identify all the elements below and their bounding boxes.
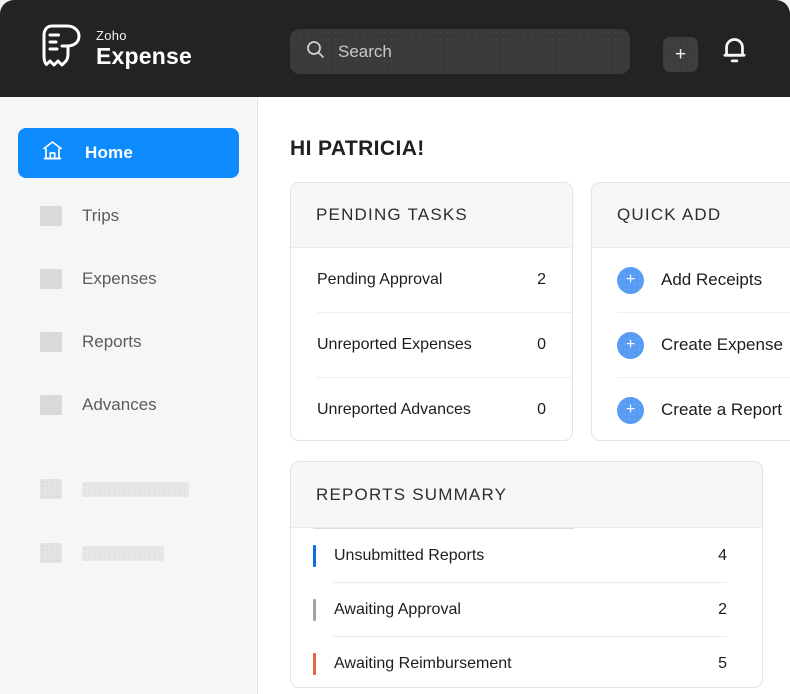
unreported-expenses-row[interactable]: Unreported Expenses 0 [317,313,572,377]
receipt-icon [38,21,84,76]
search-bar[interactable] [290,29,630,74]
dashboard-main: HI PATRICIA! PENDING TASKS Pending Appro… [258,97,790,694]
row-label: Awaiting Approval [334,601,718,619]
sidebar-item-reports[interactable]: Reports [18,317,239,367]
awaiting-reimbursement-row[interactable]: Awaiting Reimbursement 5 [313,637,727,688]
row-value: 2 [537,271,546,289]
status-color-bar [313,545,316,567]
sidebar-item-label: Reports [82,332,142,352]
top-cards-row: PENDING TASKS Pending Approval 2 Unrepor… [290,182,790,441]
skeleton-icon [40,543,62,563]
sidebar-skeleton-item[interactable] [18,464,239,514]
sidebar-item-advances[interactable]: Advances [18,380,239,430]
status-color-bar [313,599,316,621]
add-receipts-item[interactable]: + Add Receipts [617,248,790,312]
brand-large: Expense [96,45,192,68]
sidebar-item-label: Home [85,143,133,163]
plus-circle-icon: + [617,397,644,424]
row-label: Awaiting Reimbursement [334,655,718,673]
row-label: Unreported Advances [317,401,471,419]
skeleton-bar [82,482,189,497]
pending-approval-row[interactable]: Pending Approval 2 [317,248,572,312]
status-color-bar [313,653,316,675]
row-label: Unsubmitted Reports [334,547,718,565]
sidebar-item-label: Trips [82,206,119,226]
row-label: Unreported Expenses [317,336,472,354]
pending-tasks-card: PENDING TASKS Pending Approval 2 Unrepor… [290,182,573,441]
brand-text: Zoho Expense [96,29,192,68]
sidebar-item-label: Expenses [82,269,157,289]
greeting-heading: HI PATRICIA! [290,137,790,161]
sidebar-item-home[interactable]: Home [18,128,239,178]
top-bar: Zoho Expense + [0,0,790,97]
reports-placeholder-icon [40,332,62,352]
trips-placeholder-icon [40,206,62,226]
row-value: 0 [537,336,546,354]
content-area: Home Trips Expenses Reports Advances [0,97,790,694]
create-expense-item[interactable]: + Create Expense [617,313,790,377]
plus-circle-icon: + [617,267,644,294]
app-window: Zoho Expense + [0,0,790,694]
row-value: 2 [718,601,727,619]
zoho-expense-logo[interactable]: Zoho Expense [38,21,192,76]
skeleton-bar [82,546,164,561]
search-input[interactable] [338,42,615,62]
row-value: 4 [718,547,727,565]
plus-circle-icon: + [617,332,644,359]
expenses-placeholder-icon [40,269,62,289]
unreported-advances-row[interactable]: Unreported Advances 0 [317,378,572,441]
reports-summary-card: REPORTS SUMMARY Unsubmitted Reports 4 Aw… [290,461,763,688]
row-value: 5 [718,655,727,673]
pending-tasks-title: PENDING TASKS [291,183,572,248]
quick-add-label: Create Expense [661,335,783,355]
notifications-bell-icon[interactable] [718,33,751,71]
brand-small: Zoho [96,29,192,42]
reports-summary-title: REPORTS SUMMARY [291,462,762,528]
advances-placeholder-icon [40,395,62,415]
sidebar: Home Trips Expenses Reports Advances [0,97,258,694]
quick-add-card: QUICK ADD + Add Receipts + Create Expens… [591,182,790,441]
sidebar-item-label: Advances [82,395,157,415]
sidebar-item-trips[interactable]: Trips [18,191,239,241]
home-icon [40,139,65,168]
quick-add-title: QUICK ADD [592,183,790,248]
quick-add-label: Create a Report [661,400,782,420]
row-label: Pending Approval [317,271,442,289]
sidebar-skeleton-item[interactable] [18,528,239,578]
awaiting-approval-row[interactable]: Awaiting Approval 2 [313,583,727,636]
unsubmitted-reports-row[interactable]: Unsubmitted Reports 4 [313,529,727,582]
sidebar-item-expenses[interactable]: Expenses [18,254,239,304]
skeleton-icon [40,479,62,499]
quick-create-button[interactable]: + [663,37,698,72]
create-report-item[interactable]: + Create a Report [617,378,790,441]
quick-add-label: Add Receipts [661,270,762,290]
row-value: 0 [537,401,546,419]
search-icon [305,39,326,65]
